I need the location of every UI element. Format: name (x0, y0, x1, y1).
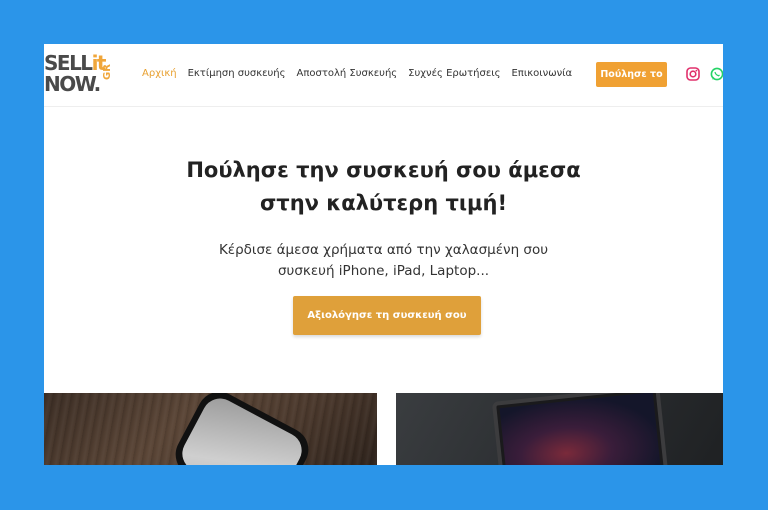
evaluate-device-button[interactable]: Αξιολόγησε τη συσκευή σου (293, 296, 481, 335)
logo-tld: GR (102, 64, 113, 80)
hero-title: Πούλησε την συσκευή σου άμεσα στην καλύτ… (44, 154, 723, 220)
nav-item-estimate[interactable]: Εκτίμηση συσκευής (188, 68, 286, 79)
main-nav: Αρχική Εκτίμηση συσκευής Αποστολή Συσκευ… (142, 68, 583, 79)
hero-title-line1: Πούλησε την συσκευή σου άμεσα (186, 158, 581, 182)
nav-item-home[interactable]: Αρχική (142, 68, 177, 79)
browser-viewport: SELLit NOW. GR Αρχική Εκτίμηση συσκευής … (44, 44, 723, 465)
sell-it-button[interactable]: Πούλησε το (596, 62, 667, 87)
hero-title-line2: στην καλύτερη τιμή! (259, 191, 508, 215)
hero-subtitle: Κέρδισε άμεσα χρήματα από την χαλασμένη … (44, 240, 723, 282)
laptop-photo (396, 393, 723, 465)
site-header: SELLit NOW. GR Αρχική Εκτίμηση συσκευής … (44, 44, 723, 107)
whatsapp-icon[interactable] (710, 67, 723, 81)
nav-item-shipping[interactable]: Αποστολή Συσκευής (297, 68, 398, 79)
iphone-photo (44, 393, 377, 465)
nav-item-contact[interactable]: Επικοινωνία (511, 68, 572, 79)
nav-item-faq[interactable]: Συχνές Ερωτήσεις (408, 68, 500, 79)
logo-now: NOW. (44, 72, 101, 96)
laptop-image (491, 393, 669, 465)
hero-subtitle-line1: Κέρδισε άμεσα χρήματα από την χαλασμένη … (218, 242, 549, 258)
sellitnow-logo[interactable]: SELLit NOW. GR (44, 52, 124, 100)
hero-subtitle-line2: συσκευή iPhone, iPad, Laptop... (277, 263, 490, 279)
instagram-icon[interactable] (686, 67, 700, 81)
